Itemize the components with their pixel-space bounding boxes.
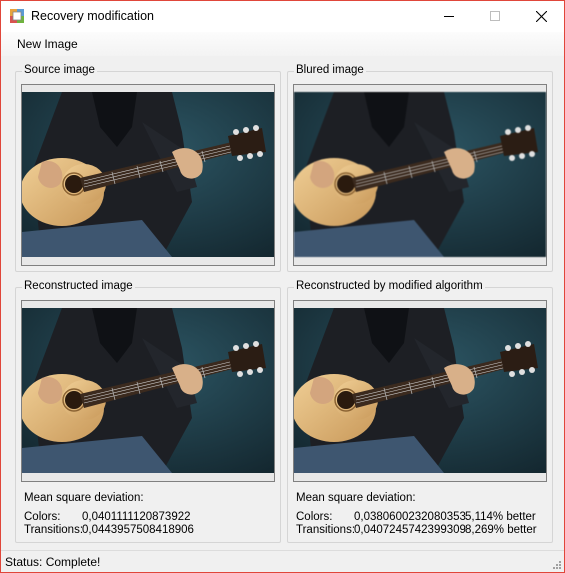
- resize-grip-icon[interactable]: [550, 558, 562, 570]
- status-bar: Status: Complete!: [1, 550, 564, 572]
- menu-bar: New Image: [1, 32, 564, 56]
- source-image-title: Source image: [22, 64, 97, 76]
- colors-value: 0,0380600232080353: [354, 511, 466, 523]
- maximize-icon: [490, 11, 500, 21]
- close-button[interactable]: [518, 1, 564, 32]
- minimize-button[interactable]: [426, 1, 472, 32]
- menu-item-new-image[interactable]: New Image: [17, 37, 78, 51]
- status-label: Status: Complete!: [5, 555, 101, 569]
- source-image-group: Source image: [15, 64, 281, 272]
- blured-image: [293, 84, 547, 266]
- stats-heading: Mean square deviation:: [24, 492, 144, 504]
- reconstructed-image-group: Reconstructed image Mean square deviatio…: [15, 280, 281, 543]
- transitions-value: 0,0443957508418906: [82, 524, 194, 536]
- transitions-label: Transitions:: [296, 524, 356, 536]
- colors-value: 0,0401111120873922: [82, 511, 191, 523]
- blured-image-title: Blured image: [294, 64, 366, 76]
- colors-label: Colors:: [24, 511, 61, 523]
- reconstructed-stats: Mean square deviation: Colors: 0,0401111…: [24, 492, 274, 538]
- stats-heading: Mean square deviation:: [296, 492, 416, 504]
- modified-image-title: Reconstructed by modified algorithm: [294, 280, 485, 292]
- modified-stats: Mean square deviation: Colors: 0,0380600…: [296, 492, 552, 538]
- maximize-button[interactable]: [472, 1, 518, 32]
- app-window: Recovery modification New Image Source i…: [0, 0, 565, 573]
- transitions-value: 0,0407245742399309: [354, 524, 466, 536]
- transitions-label: Transitions:: [24, 524, 84, 536]
- blured-image-group: Blured image: [287, 64, 553, 272]
- modified-image: [293, 300, 547, 482]
- reconstructed-image-title: Reconstructed image: [22, 280, 135, 292]
- reconstructed-image: [21, 300, 275, 482]
- source-image: [21, 84, 275, 266]
- colors-label: Colors:: [296, 511, 333, 523]
- colors-better: 5,114% better: [465, 511, 536, 523]
- modified-image-group: Reconstructed by modified algorithm Mean…: [287, 280, 553, 543]
- minimize-icon: [444, 16, 454, 17]
- close-icon: [536, 11, 547, 22]
- app-icon: [10, 9, 24, 23]
- transitions-better: 8,269% better: [465, 524, 537, 536]
- title-bar[interactable]: Recovery modification: [1, 1, 564, 32]
- window-title: Recovery modification: [31, 9, 154, 23]
